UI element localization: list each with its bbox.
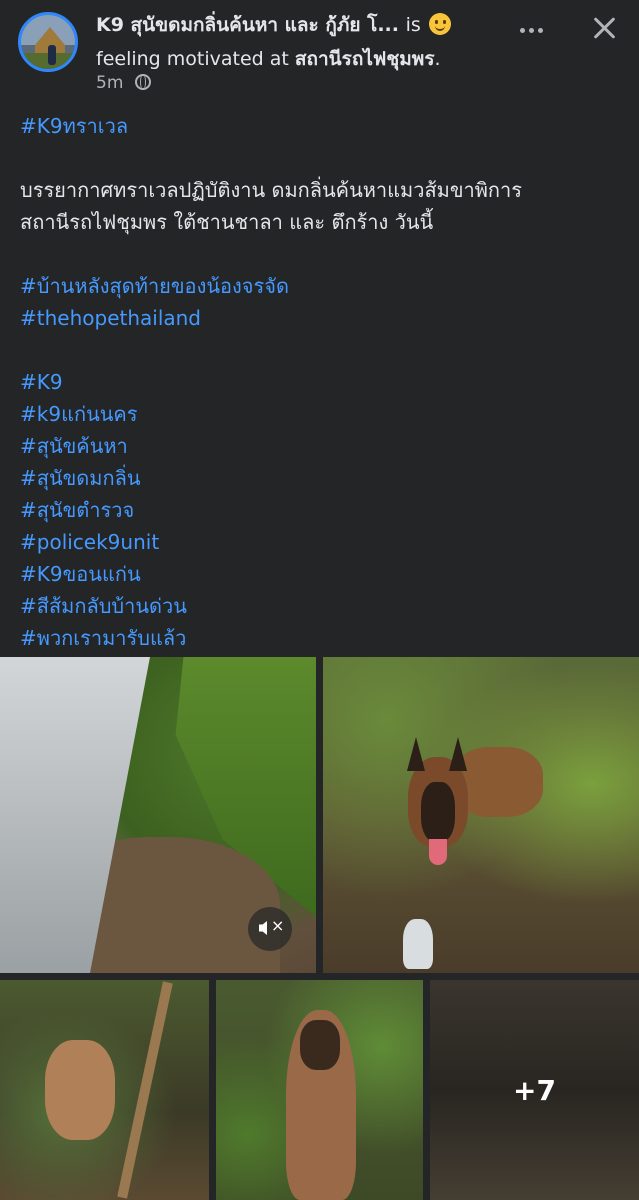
mute-icon[interactable] [248, 907, 292, 951]
page-avatar[interactable] [18, 12, 78, 72]
page-name-link[interactable]: K9 สุนัขดมกลิ่นค้นหา และ กู้ภัย โ... [96, 14, 399, 36]
gallery-photo-4[interactable] [216, 980, 423, 1200]
close-icon[interactable] [589, 13, 619, 43]
hashtag-link[interactable]: #สุนัขตำรวจ [20, 494, 620, 526]
post-meta: 5m [96, 73, 151, 93]
post-time[interactable]: 5m [96, 73, 123, 93]
hashtag-link[interactable]: #สุนัขดมกลิ่น [20, 462, 620, 494]
gallery-photo-more[interactable]: +7 [430, 980, 639, 1200]
gallery-photo-3[interactable] [0, 980, 209, 1200]
hashtag-link[interactable]: #K9ขอนแก่น [20, 558, 620, 590]
globe-icon [134, 74, 151, 90]
more-photos-count[interactable]: +7 [430, 980, 639, 1200]
location-link[interactable]: สถานีรถไฟชุมพร [295, 48, 435, 70]
hashtag-link[interactable]: #K9 [20, 366, 620, 398]
feeling-line: feeling motivated at สถานีรถไฟชุมพร. [96, 44, 441, 74]
post-body-line: สถานีรถไฟชุมพร ใต้ชานชาลา และ ตึกร้าง วั… [20, 210, 434, 234]
post-body-line: บรรยากาศทราเวลปฏิบัติงาน ดมกลิ่นค้นหาแมว… [20, 178, 523, 202]
hashtag-link[interactable]: #บ้านหลังสุดท้ายของน้องจรจัด [20, 270, 620, 302]
post-text: #K9ทราเวล บรรยากาศทราเวลปฏิบัติงาน ดมกลิ… [20, 110, 620, 654]
hashtag-link[interactable]: #K9ทราเวล [20, 110, 620, 142]
feeling-text: feeling motivated at [96, 48, 289, 70]
photo-gallery: +7 [0, 657, 639, 1200]
is-text: is [405, 14, 421, 36]
hashtag-link[interactable]: #k9แก่นนคร [20, 398, 620, 430]
hashtag-link[interactable]: #สุนัขค้นหา [20, 430, 620, 462]
post-header: K9 สุนัขดมกลิ่นค้นหา และ กู้ภัย โ... is … [0, 0, 639, 100]
location-suffix: . [434, 48, 441, 70]
post-title-line: K9 สุนัขดมกลิ่นค้นหา และ กู้ภัย โ... is [96, 10, 516, 40]
hashtag-link[interactable]: #พวกเรามารับแล้ว [20, 622, 620, 654]
smiley-emoji-icon [429, 13, 452, 35]
hashtag-link[interactable]: #สีส้มกลับบ้านด่วน [20, 590, 620, 622]
gallery-photo-2[interactable] [323, 657, 639, 973]
hashtag-link[interactable]: #thehopethailand [20, 302, 620, 334]
more-dots-icon[interactable] [520, 18, 550, 34]
gallery-video-1[interactable] [0, 657, 316, 973]
hashtag-link[interactable]: #policek9unit [20, 526, 620, 558]
